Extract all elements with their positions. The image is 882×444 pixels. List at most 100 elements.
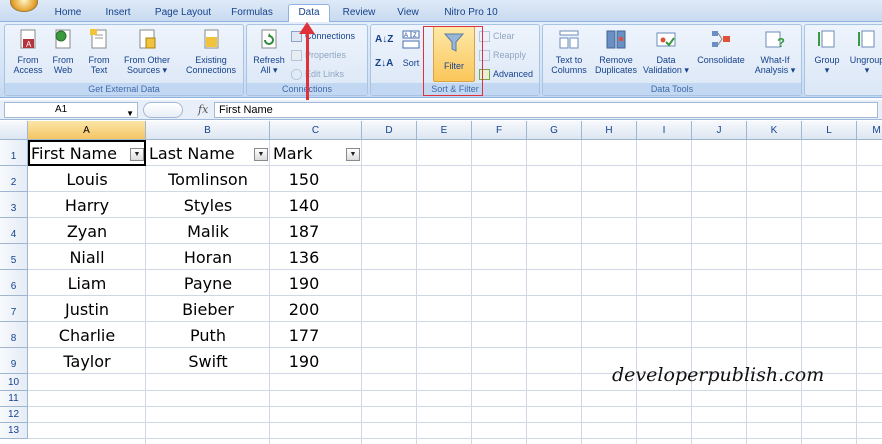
- group-outline: Group ▾ Ungroup ▾: [804, 24, 882, 96]
- sort-a-to-z-button[interactable]: A↓Z: [375, 33, 393, 47]
- table-cell[interactable]: Zyan: [28, 222, 146, 241]
- column-header-j[interactable]: J: [692, 121, 747, 140]
- active-cell-a1[interactable]: [28, 140, 146, 166]
- reapply-button[interactable]: Reapply: [479, 48, 526, 62]
- table-cell[interactable]: Horan: [146, 248, 270, 267]
- sort-z-to-a-button[interactable]: Z↓A: [375, 57, 393, 71]
- data-validation-button[interactable]: Data Validation ▾: [641, 28, 691, 75]
- table-cell[interactable]: Bieber: [146, 300, 270, 319]
- tab-data[interactable]: Data: [288, 4, 330, 22]
- column-header-f[interactable]: F: [472, 121, 527, 140]
- refresh-all-button[interactable]: Refresh All ▾: [251, 28, 287, 75]
- from-text-label-1: From: [88, 55, 110, 65]
- what-if-analysis-button[interactable]: ? What-If Analysis ▾: [751, 28, 799, 75]
- clear-filter-button[interactable]: Clear: [479, 29, 515, 43]
- row-header-6[interactable]: 6: [0, 270, 28, 296]
- insert-function-icon[interactable]: fx: [198, 103, 208, 116]
- what-if-label-1: What-If: [760, 55, 790, 65]
- table-cell[interactable]: Tomlinson: [146, 170, 270, 189]
- column-header-e[interactable]: E: [417, 121, 472, 140]
- tab-formulas[interactable]: Formulas: [224, 5, 280, 22]
- column-header-k[interactable]: K: [747, 121, 802, 140]
- header-cell-last-name[interactable]: Last Name: [149, 144, 235, 163]
- table-cell[interactable]: Styles: [146, 196, 270, 215]
- text-to-columns-button[interactable]: Text to Columns: [547, 28, 591, 75]
- remove-duplicates-button[interactable]: Remove Duplicates: [593, 28, 639, 75]
- column-header-b[interactable]: B: [146, 121, 270, 140]
- row-header-3[interactable]: 3: [0, 192, 28, 218]
- tab-home[interactable]: Home: [46, 5, 90, 22]
- ungroup-button[interactable]: Ungroup ▾: [845, 28, 882, 75]
- column-header-g[interactable]: G: [527, 121, 582, 140]
- remove-duplicates-icon: [606, 30, 626, 49]
- formula-input[interactable]: First Name: [214, 102, 878, 118]
- table-cell[interactable]: Justin: [28, 300, 146, 319]
- existing-connections-button[interactable]: Existing Connections: [181, 28, 241, 75]
- consolidate-button[interactable]: Consolidate: [693, 28, 749, 65]
- autofilter-dropdown-icon[interactable]: ▼: [254, 148, 268, 161]
- watermark: developerpublish.com: [612, 364, 825, 386]
- sort-button[interactable]: A Z Sort: [397, 28, 425, 68]
- autofilter-dropdown-icon[interactable]: ▼: [346, 148, 360, 161]
- column-header-m[interactable]: M: [857, 121, 882, 140]
- table-cell[interactable]: Payne: [146, 274, 270, 293]
- data-validation-label-2: Validation ▾: [643, 65, 689, 75]
- row-header-2[interactable]: 2: [0, 166, 28, 192]
- tab-insert[interactable]: Insert: [96, 5, 140, 22]
- from-web-button[interactable]: From Web: [47, 28, 79, 75]
- header-cell-mark[interactable]: Mark: [273, 144, 312, 163]
- edit-links-button[interactable]: Edit Links: [291, 67, 344, 81]
- row-header-1[interactable]: 1: [0, 140, 28, 166]
- row-header-8[interactable]: 8: [0, 322, 28, 348]
- office-button[interactable]: [10, 0, 38, 12]
- properties-button[interactable]: Properties: [291, 48, 346, 62]
- table-cell[interactable]: 190: [270, 274, 338, 293]
- table-cell[interactable]: Louis: [28, 170, 146, 189]
- grid-vline: [856, 140, 857, 444]
- chevron-down-icon[interactable]: ▼: [126, 107, 134, 121]
- table-cell[interactable]: Liam: [28, 274, 146, 293]
- table-cell[interactable]: 140: [270, 196, 338, 215]
- column-header-i[interactable]: I: [637, 121, 692, 140]
- table-cell[interactable]: 150: [270, 170, 338, 189]
- from-access-button[interactable]: A From Access: [11, 28, 45, 75]
- row-header-12[interactable]: 12: [0, 407, 28, 423]
- column-header-a[interactable]: A: [28, 121, 146, 140]
- tab-review[interactable]: Review: [336, 5, 382, 22]
- formula-bar-resize-handle[interactable]: [143, 102, 183, 118]
- table-cell[interactable]: 187: [270, 222, 338, 241]
- grid-vline: [526, 140, 527, 444]
- row-header-13[interactable]: 13: [0, 423, 28, 439]
- table-cell[interactable]: Swift: [146, 352, 270, 371]
- table-cell[interactable]: 136: [270, 248, 338, 267]
- name-box[interactable]: A1 ▼: [4, 102, 138, 118]
- row-header-10[interactable]: 10: [0, 374, 28, 391]
- tab-nitro-pro[interactable]: Nitro Pro 10: [436, 5, 506, 22]
- table-cell[interactable]: Taylor: [28, 352, 146, 371]
- table-cell[interactable]: Malik: [146, 222, 270, 241]
- tab-page-layout[interactable]: Page Layout: [148, 5, 218, 22]
- table-cell[interactable]: Charlie: [28, 326, 146, 345]
- column-header-l[interactable]: L: [802, 121, 857, 140]
- advanced-filter-button[interactable]: Advanced: [479, 67, 533, 81]
- group-button[interactable]: Group ▾: [809, 28, 845, 75]
- row-header-11[interactable]: 11: [0, 391, 28, 407]
- column-header-d[interactable]: D: [362, 121, 417, 140]
- table-cell[interactable]: Harry: [28, 196, 146, 215]
- tab-view[interactable]: View: [390, 5, 426, 22]
- table-cell[interactable]: Puth: [146, 326, 270, 345]
- table-cell[interactable]: 190: [270, 352, 338, 371]
- row-header-9[interactable]: 9: [0, 348, 28, 374]
- from-text-button[interactable]: From Text: [83, 28, 115, 75]
- table-cell[interactable]: Niall: [28, 248, 146, 267]
- select-all-corner[interactable]: [0, 121, 28, 140]
- table-cell[interactable]: 200: [270, 300, 338, 319]
- column-header-c[interactable]: C: [270, 121, 362, 140]
- group-label-data-tools: Data Tools: [543, 83, 801, 95]
- from-other-sources-button[interactable]: From Other Sources ▾: [119, 28, 175, 75]
- row-header-5[interactable]: 5: [0, 244, 28, 270]
- row-header-7[interactable]: 7: [0, 296, 28, 322]
- column-header-h[interactable]: H: [582, 121, 637, 140]
- table-cell[interactable]: 177: [270, 326, 338, 345]
- row-header-4[interactable]: 4: [0, 218, 28, 244]
